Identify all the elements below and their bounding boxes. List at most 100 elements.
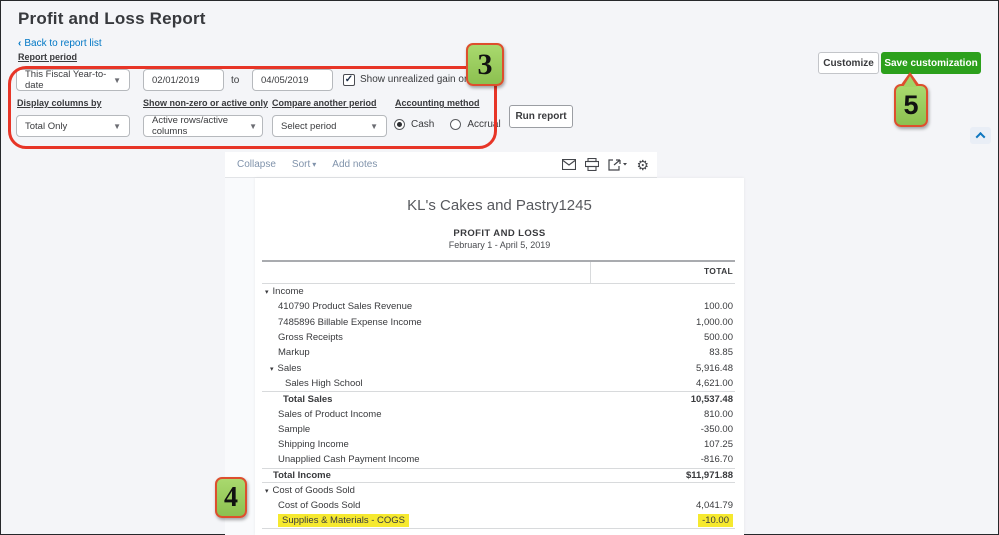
report-row[interactable]: Sales High School 4,621.00 <box>262 376 735 391</box>
chevron-down-icon: ▼ <box>107 76 121 85</box>
report-row[interactable]: Sales of Product Income 810.00 <box>262 406 735 421</box>
chevron-down-icon: ▼ <box>364 122 378 131</box>
report-row[interactable]: ▾Sales 5,916.48 <box>262 360 735 375</box>
collapse-triangle-icon[interactable]: ▾ <box>265 289 269 296</box>
row-value: -350.00 <box>701 424 733 435</box>
row-value: -816.70 <box>701 454 733 465</box>
export-icon[interactable] <box>608 158 627 171</box>
compare-period-select[interactable]: Select period ▼ <box>272 115 387 137</box>
accrual-label: Accrual <box>467 119 500 130</box>
row-label: 410790 Product Sales Revenue <box>278 301 412 312</box>
report-row[interactable]: Cost of Goods Sold 4,041.79 <box>262 498 735 513</box>
date-to-field[interactable]: 04/05/2019 <box>252 69 333 91</box>
collapse-triangle-icon[interactable]: ▾ <box>265 488 269 495</box>
save-customization-button[interactable]: Save customization <box>881 52 981 74</box>
display-columns-select[interactable]: Total Only ▼ <box>16 115 130 137</box>
date-from-field[interactable]: 02/01/2019 <box>143 69 224 91</box>
gear-icon[interactable]: ⚙ <box>636 158 649 172</box>
row-label: ▾Income <box>265 286 304 297</box>
annotation-step-4: 4 <box>215 477 247 518</box>
report-row[interactable]: Unapplied Cash Payment Income -816.70 <box>262 452 735 467</box>
report-row[interactable]: Total Income$11,971.88 <box>262 468 735 483</box>
nonzero-label: Show non-zero or active only <box>143 98 268 108</box>
check-icon: ✓ <box>345 75 353 85</box>
report-period-select[interactable]: This Fiscal Year-to-date ▼ <box>16 69 130 91</box>
report-row[interactable]: Gross Receipts 500.00 <box>262 330 735 345</box>
row-value: 4,041.79 <box>696 500 733 511</box>
sort-link[interactable]: Sort▾ <box>292 159 316 170</box>
row-value: 83.85 <box>709 347 733 358</box>
accounting-method-radios: Cash Accrual <box>394 119 501 130</box>
total-column-header: TOTAL <box>704 266 733 276</box>
report-row[interactable]: Supplies & Materials - COGS -10.00 <box>262 513 735 528</box>
report-date-range: February 1 - April 5, 2019 <box>255 240 744 250</box>
row-label: Sample <box>278 424 310 435</box>
back-to-report-list-link[interactable]: ‹Back to report list <box>18 38 102 49</box>
report-title: PROFIT AND LOSS <box>255 228 744 239</box>
row-value: 4,621.00 <box>696 378 733 389</box>
row-label: ▾Cost of Goods Sold <box>265 485 355 496</box>
report-row[interactable]: ▾Income <box>262 284 735 299</box>
row-label: ▾Sales <box>270 363 301 374</box>
row-label: Sales of Product Income <box>278 409 382 420</box>
add-notes-link[interactable]: Add notes <box>332 159 377 170</box>
row-label: Supplies & Materials - COGS <box>278 514 409 527</box>
row-value: 1,000.00 <box>696 317 733 328</box>
row-label: Total Income <box>273 470 331 481</box>
to-label: to <box>231 75 239 86</box>
report-toolbar: Collapse Sort▾ Add notes ⚙ <box>225 152 657 178</box>
row-value: 500.00 <box>704 332 733 343</box>
row-label: Total Sales <box>283 394 332 405</box>
row-value: 810.00 <box>704 409 733 420</box>
chevron-down-icon: ▼ <box>243 122 257 131</box>
customize-button[interactable]: Customize <box>818 52 879 74</box>
compare-period-label: Compare another period <box>272 98 377 108</box>
company-name: KL's Cakes and Pastry1245 <box>255 197 744 214</box>
annotation-step-5: 5 <box>894 84 928 127</box>
page-title: Profit and Loss Report <box>18 9 206 29</box>
table-column-divider <box>590 262 591 283</box>
row-label: Unapplied Cash Payment Income <box>278 454 420 465</box>
row-label: Cost of Goods Sold <box>278 500 360 511</box>
row-value: -10.00 <box>698 514 733 527</box>
chevron-left-icon: ‹ <box>18 38 21 49</box>
chevron-up-icon <box>976 132 986 142</box>
display-columns-label: Display columns by <box>17 98 102 108</box>
run-report-button[interactable]: Run report <box>509 105 573 128</box>
report-row[interactable]: 7485896 Billable Expense Income 1,000.00 <box>262 315 735 330</box>
report-rows: ▾Income 410790 Product Sales Revenue 100.0… <box>262 284 735 529</box>
profit-and-loss-report-screen: Profit and Loss Report ‹Back to report l… <box>0 0 999 535</box>
row-label: 7485896 Billable Expense Income <box>278 317 422 328</box>
row-label: Sales High School <box>285 378 363 389</box>
accounting-method-label: Accounting method <box>395 98 480 108</box>
annotation-step-3: 3 <box>466 43 504 86</box>
cash-radio[interactable] <box>394 119 405 130</box>
report-row[interactable]: Shipping Income 107.25 <box>262 437 735 452</box>
row-label: Markup <box>278 347 310 358</box>
table-top-rule <box>262 260 735 262</box>
chevron-down-icon: ▾ <box>312 160 316 169</box>
collapse-link[interactable]: Collapse <box>237 159 276 170</box>
report-period-label: Report period <box>18 52 77 62</box>
chevron-down-icon: ▼ <box>107 122 121 131</box>
collapse-triangle-icon[interactable]: ▾ <box>270 366 274 373</box>
nonzero-select[interactable]: Active rows/active columns ▼ <box>143 115 263 137</box>
row-label: Gross Receipts <box>278 332 343 343</box>
report-row[interactable]: Markup 83.85 <box>262 345 735 360</box>
report-row[interactable]: ▾Cost of Goods Sold <box>262 483 735 498</box>
report-page: KL's Cakes and Pastry1245 PROFIT AND LOS… <box>255 178 744 535</box>
row-value: 100.00 <box>704 301 733 312</box>
collapse-panel-button[interactable] <box>970 127 991 144</box>
row-value: 107.25 <box>704 439 733 450</box>
cash-label: Cash <box>411 119 434 130</box>
row-value: 10,537.48 <box>691 394 733 405</box>
print-icon[interactable] <box>585 158 599 171</box>
show-unrealized-checkbox[interactable]: ✓ <box>343 74 355 86</box>
accrual-radio[interactable] <box>450 119 461 130</box>
report-row[interactable]: 410790 Product Sales Revenue 100.00 <box>262 299 735 314</box>
row-label: Shipping Income <box>278 439 349 450</box>
mail-icon[interactable] <box>562 159 576 170</box>
row-value: 5,916.48 <box>696 363 733 374</box>
report-row[interactable]: Total Sales 10,537.48 <box>262 391 735 406</box>
report-row[interactable]: Sample -350.00 <box>262 422 735 437</box>
